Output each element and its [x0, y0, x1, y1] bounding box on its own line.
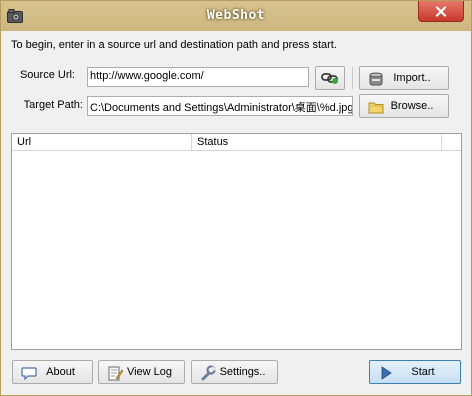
folder-icon — [368, 102, 384, 114]
link-button[interactable] — [315, 66, 345, 90]
list-header: Url Status — [12, 134, 461, 151]
title-bar[interactable]: WebShot — [1, 1, 471, 31]
window-title: WebShot — [206, 8, 266, 23]
column-header-filler — [442, 134, 461, 151]
close-button[interactable] — [418, 1, 464, 22]
close-icon — [435, 5, 447, 17]
toolbar-separator — [352, 67, 353, 89]
view-log-button[interactable]: View Log — [98, 360, 185, 384]
source-url-label: Source Url: — [19, 69, 75, 81]
browse-button-label: Browse.. — [390, 100, 434, 112]
about-button[interactable]: About — [12, 360, 93, 384]
view-log-button-label: View Log — [126, 366, 173, 378]
notepad-pencil-icon — [108, 366, 123, 381]
start-button-label: Start — [411, 366, 435, 378]
speech-bubble-icon — [21, 367, 37, 381]
start-button[interactable]: Start — [369, 360, 461, 384]
settings-button-label: Settings.. — [219, 366, 266, 378]
column-header-status[interactable]: Status — [192, 134, 442, 151]
link-icon — [321, 73, 338, 84]
settings-button[interactable]: Settings.. — [191, 360, 278, 384]
about-button-label: About — [46, 366, 75, 378]
column-header-url[interactable]: Url — [12, 134, 192, 151]
database-icon — [369, 72, 383, 86]
source-url-input[interactable]: http://www.google.com/ — [87, 67, 309, 87]
instruction-text: To begin, enter in a source url and dest… — [11, 39, 337, 51]
import-button[interactable]: Import.. — [359, 66, 449, 90]
target-path-label: Target Path: — [23, 99, 83, 111]
webshot-window: WebShot To begin, enter in a source url … — [0, 0, 472, 396]
url-status-list[interactable]: Url Status — [11, 133, 462, 350]
wrench-icon — [201, 365, 216, 381]
target-path-input[interactable]: C:\Documents and Settings\Administrator\… — [87, 96, 353, 116]
browse-button[interactable]: Browse.. — [359, 94, 449, 118]
play-icon — [381, 366, 392, 380]
import-button-label: Import.. — [393, 72, 431, 84]
